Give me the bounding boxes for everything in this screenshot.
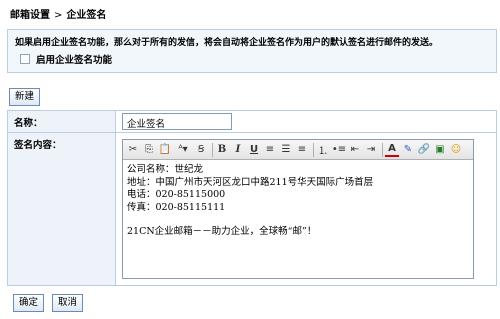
underline-icon[interactable]: U (247, 143, 261, 157)
enable-signature-label[interactable]: 启用企业签名功能 (36, 52, 112, 66)
signature-editor[interactable]: ✂ ⎘ 📋 ᴬ▾ Ꞩ B I U ≡ ☰ ≡ ⒈ •≡ ⇤ ⇥ A ✎ 🔗 ▣ … (122, 139, 474, 279)
name-row: 名称： 企业签名 (8, 111, 496, 133)
align-center-icon[interactable]: ☰ (279, 143, 293, 157)
content-label: 签名内容： (14, 140, 62, 151)
cut-icon[interactable]: ✂ (126, 143, 140, 157)
toolbar-divider (313, 142, 314, 157)
paste-icon[interactable]: 📋 (158, 143, 172, 157)
ordered-list-icon[interactable]: ⒈ (316, 143, 330, 157)
confirm-button[interactable]: 确定 (13, 294, 45, 312)
font-color-dropdown-icon[interactable]: ᴬ▾ (174, 143, 192, 157)
toolbar-divider (212, 142, 213, 157)
cancel-button[interactable]: 取消 (52, 294, 84, 312)
breadcrumb-separator: > (54, 10, 63, 21)
highlight-icon[interactable]: ✎ (401, 143, 415, 157)
editor-toolbar: ✂ ⎘ 📋 ᴬ▾ Ꞩ B I U ≡ ☰ ≡ ⒈ •≡ ⇤ ⇥ A ✎ 🔗 ▣ … (123, 140, 473, 160)
new-button[interactable]: 新建 (9, 88, 41, 106)
notice-text: 如果启用企业签名功能，那么对于所有的发信，将会自动将企业签名作为用户的默认签名进… (15, 38, 439, 48)
content-line-blank (127, 214, 469, 226)
breadcrumb-current: 企业签名 (66, 10, 107, 21)
content-line: 电话：020-85115000 (127, 189, 226, 200)
name-label: 名称： (14, 118, 43, 129)
signature-form: 名称： 企业签名 签名内容： ✂ ⎘ 📋 ᴬ▾ Ꞩ B I U ≡ ☰ ≡ ⒈ (7, 110, 497, 286)
enable-signature-row[interactable]: 启用企业签名功能 (20, 52, 112, 66)
indent-icon[interactable]: ⇥ (364, 143, 378, 157)
content-line: 传真：020-85115111 (127, 201, 226, 213)
font-size-icon[interactable]: Ꞩ (194, 143, 208, 157)
outdent-icon[interactable]: ⇤ (348, 143, 362, 157)
align-left-icon[interactable]: ≡ (263, 143, 277, 157)
content-line: 公司名称：世纪龙 (127, 164, 204, 175)
signature-content[interactable]: 公司名称：世纪龙 地址：中国广州市天河区龙口中路211号华天国际广场首层 电话：… (123, 160, 473, 243)
enterprise-signature-notice-panel: 如果启用企业签名功能，那么对于所有的发信，将会自动将企业签名作为用户的默认签名进… (7, 29, 497, 73)
content-line: 21CN企业邮箱－－助力企业，全球畅“邮”！ (127, 226, 317, 237)
toolbar-divider (382, 142, 383, 157)
image-icon[interactable]: ▣ (433, 143, 447, 157)
content-row: 签名内容： ✂ ⎘ 📋 ᴬ▾ Ꞩ B I U ≡ ☰ ≡ ⒈ •≡ ⇤ ⇥ A … (8, 133, 496, 285)
content-label-cell: 签名内容： (8, 133, 116, 285)
text-color-icon[interactable]: A (385, 143, 399, 157)
bold-icon[interactable]: B (215, 143, 229, 157)
name-label-cell: 名称： (8, 111, 116, 132)
breadcrumb-root[interactable]: 邮箱设置 (10, 10, 50, 21)
align-right-icon[interactable]: ≡ (295, 143, 309, 157)
italic-icon[interactable]: I (231, 143, 245, 157)
content-line: 地址：中国广州市天河区龙口中路211号华天国际广场首层 (127, 176, 374, 188)
link-icon[interactable]: 🔗 (417, 143, 431, 157)
name-input[interactable]: 企业签名 (122, 113, 232, 130)
copy-icon[interactable]: ⎘ (142, 143, 156, 157)
emoticon-icon[interactable]: ☺ (449, 143, 463, 157)
unordered-list-icon[interactable]: •≡ (332, 143, 346, 157)
enable-signature-checkbox[interactable] (20, 54, 30, 64)
breadcrumb: 邮箱设置 > 企业签名 (10, 6, 106, 21)
